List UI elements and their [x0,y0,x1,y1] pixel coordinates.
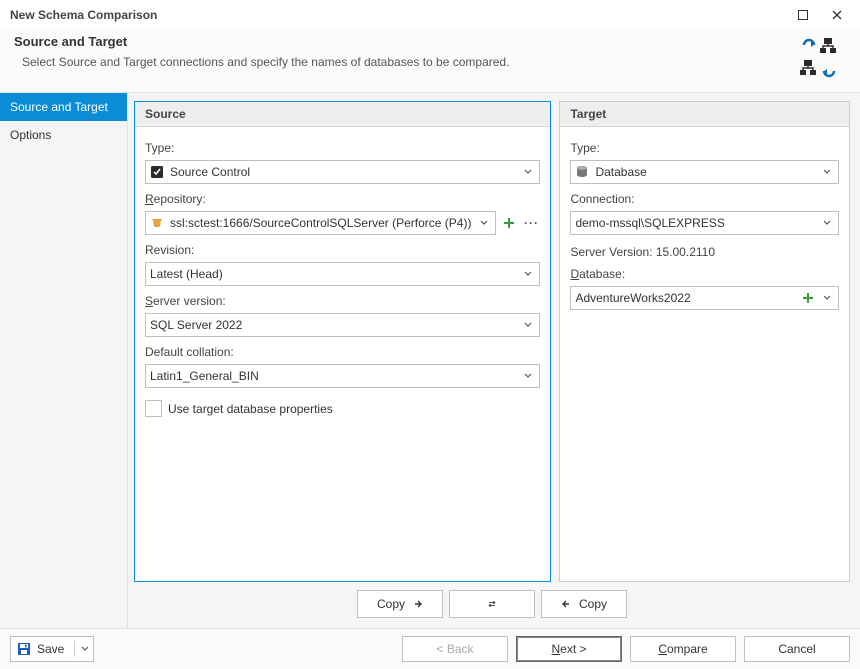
copy-left-label: Copy [579,597,607,611]
source-control-icon [150,165,164,179]
source-revision-dropdown[interactable]: Latest (Head) [145,262,540,286]
compare-label: Compare [658,642,707,656]
source-revision-label: Revision: [145,243,540,257]
source-repository-value: ssl:sctest:1666/SourceControlSQLServer (… [170,216,471,230]
page-subtitle: Source and Target [14,34,796,49]
chevron-down-icon [820,168,834,176]
header: Source and Target Select Source and Targ… [0,30,860,93]
next-label: Next > [551,642,586,656]
target-connection-value: demo-mssql\SQLEXPRESS [575,216,814,230]
source-serverver-value: SQL Server 2022 [150,318,515,332]
add-repository-button[interactable] [500,212,518,234]
chevron-down-icon [521,372,535,380]
cancel-button[interactable]: Cancel [744,636,850,662]
source-collation-value: Latin1_General_BIN [150,369,515,383]
chevron-down-icon [477,219,491,227]
arrow-right-icon [413,599,423,609]
target-panel: Target Type: Database Connection: d [559,101,850,582]
copy-row: Copy Copy [134,590,850,618]
repository-more-button[interactable]: ··· [522,212,540,234]
chevron-down-icon [521,321,535,329]
checkbox-icon [145,400,162,417]
target-server-version-text: Server Version: 15.00.2110 [570,245,839,259]
panels-row: Source Type: Source Control Repository: [134,101,850,582]
target-type-dropdown[interactable]: Database [570,160,839,184]
panel-area: Source Type: Source Control Repository: [128,93,860,628]
swap-button[interactable] [449,590,535,618]
source-repository-row: ssl:sctest:1666/SourceControlSQLServer (… [145,211,540,235]
chevron-down-icon [521,168,535,176]
target-type-value: Database [595,165,814,179]
target-panel-title: Target [560,102,849,127]
source-collation-label: Default collation: [145,345,540,359]
window-title: New Schema Comparison [10,8,157,22]
body: Source and Target Options Source Type: S… [0,93,860,628]
source-type-value: Source Control [170,165,515,179]
schema-compare-icon [796,36,842,80]
maximize-button[interactable] [786,1,820,29]
footer: Save < Back Next > Compare Cancel [0,628,860,669]
target-database-row: AdventureWorks2022 [570,286,839,310]
header-text: Source and Target Select Source and Targ… [14,34,796,69]
source-serverver-dropdown[interactable]: SQL Server 2022 [145,313,540,337]
chevron-down-icon [820,294,834,302]
window: New Schema Comparison Source and Target … [0,0,860,669]
maximize-icon [798,10,808,20]
page-description: Select Source and Target connections and… [14,55,796,69]
swap-icon [487,599,497,609]
nav-item-source-and-target[interactable]: Source and Target [0,93,127,121]
plus-icon [802,292,814,304]
source-revision-value: Latest (Head) [150,267,515,281]
copy-right-label: Copy [377,597,405,611]
nav-item-options[interactable]: Options [0,121,127,149]
close-icon [832,10,842,20]
copy-to-target-button[interactable]: Copy [357,590,443,618]
target-database-label: Database: [570,267,839,281]
source-panel-title: Source [135,102,550,127]
chevron-down-icon [81,642,89,656]
target-database-value: AdventureWorks2022 [575,291,796,305]
source-repository-label: Repository: [145,192,540,206]
back-button[interactable]: < Back [402,636,508,662]
compare-button[interactable]: Compare [630,636,736,662]
save-icon [17,642,31,656]
next-button[interactable]: Next > [516,636,622,662]
copy-to-source-button[interactable]: Copy [541,590,627,618]
left-nav: Source and Target Options [0,93,128,628]
target-type-label: Type: [570,141,839,155]
database-icon [575,165,589,179]
titlebar: New Schema Comparison [0,0,860,30]
use-target-properties-checkbox[interactable]: Use target database properties [145,400,540,417]
source-panel: Source Type: Source Control Repository: [134,101,551,582]
add-database-button[interactable] [802,287,814,309]
source-collation-dropdown[interactable]: Latin1_General_BIN [145,364,540,388]
plus-icon [503,217,515,229]
close-button[interactable] [820,1,854,29]
cancel-label: Cancel [778,642,815,656]
arrow-left-icon [561,599,571,609]
use-target-properties-label: Use target database properties [168,402,333,416]
source-repository-dropdown[interactable]: ssl:sctest:1666/SourceControlSQLServer (… [145,211,496,235]
repository-icon [150,216,164,230]
back-label: < Back [436,642,473,656]
target-connection-dropdown[interactable]: demo-mssql\SQLEXPRESS [570,211,839,235]
source-type-dropdown[interactable]: Source Control [145,160,540,184]
save-label: Save [37,642,64,656]
chevron-down-icon [820,219,834,227]
save-button[interactable]: Save [10,636,94,662]
source-type-label: Type: [145,141,540,155]
source-serverver-label: Server version: [145,294,540,308]
target-database-dropdown[interactable]: AdventureWorks2022 [570,286,839,310]
target-connection-label: Connection: [570,192,839,206]
chevron-down-icon [521,270,535,278]
